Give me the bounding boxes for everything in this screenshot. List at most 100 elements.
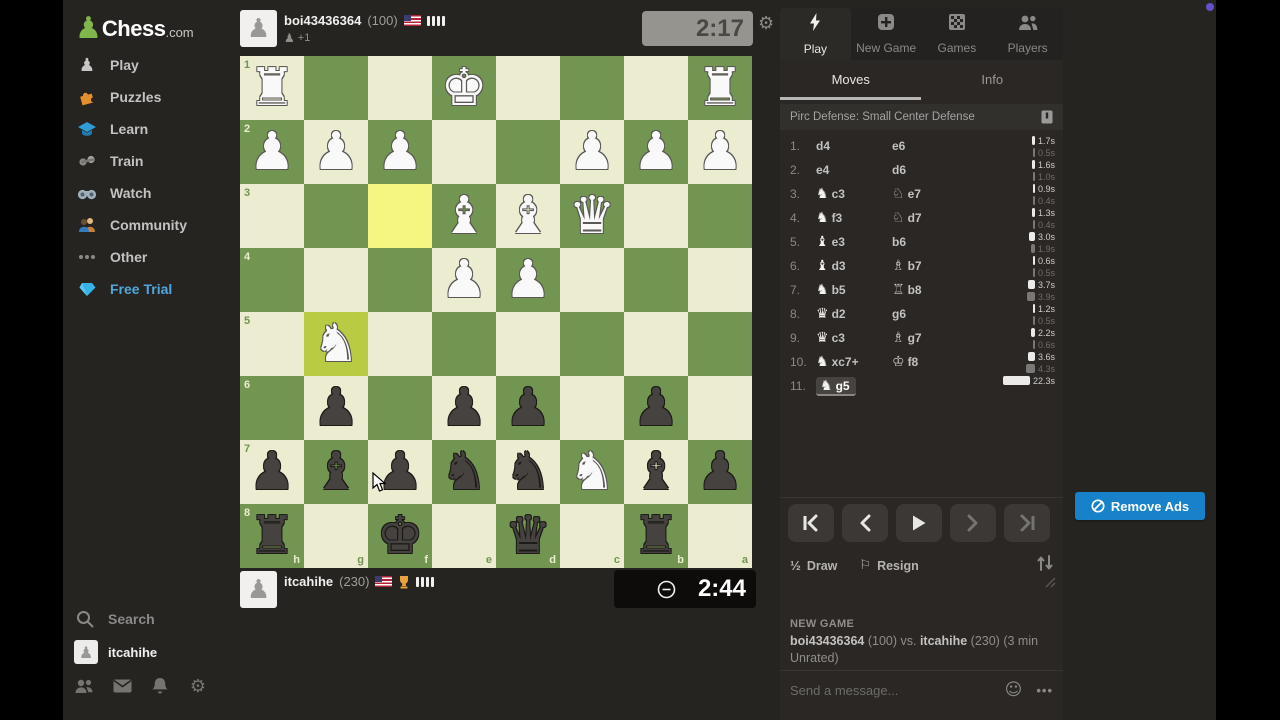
piece-bP[interactable]: ♟ xyxy=(624,376,688,440)
square-e4[interactable]: ♟ xyxy=(432,248,496,312)
draw-button[interactable]: ½ Draw xyxy=(790,558,837,573)
chess-board[interactable]: 1 ♜ ♚ ♜ 2 ♟ ♟ ♟ ♟ ♟ ♟ 3 ♝ ♝ ♛ 4 ♟ ♟ 5 ♞ 6 ♟ ♟ ♟ ♟ 7 ♟ ♝ ♟ ♞ ♞ ♞ ♝ ♟ 8 h ♜ g f ♚… xyxy=(240,56,752,568)
square-e6[interactable]: ♟ xyxy=(432,376,496,440)
piece-wN[interactable]: ♞ xyxy=(560,440,624,504)
square-f6[interactable] xyxy=(368,376,432,440)
resize-gripper[interactable] xyxy=(1044,576,1056,588)
piece-bP[interactable]: ♟ xyxy=(304,376,368,440)
panel-tab-games[interactable]: Games xyxy=(922,8,993,60)
bottom-player-info[interactable]: itcahihe (230) xyxy=(284,574,435,589)
board-settings-gear-icon[interactable]: ⚙ xyxy=(758,13,774,34)
messages-icon[interactable] xyxy=(112,676,132,696)
piece-bK[interactable]: ♚ xyxy=(368,504,432,568)
square-f8[interactable]: f ♚ xyxy=(368,504,432,568)
sidebar-item-community[interactable]: Community xyxy=(76,212,196,238)
square-h8[interactable]: 8 h ♜ xyxy=(240,504,304,568)
opening-name-row[interactable]: Pirc Defense: Small Center Defense xyxy=(780,104,1063,130)
square-c7[interactable]: ♞ xyxy=(560,440,624,504)
piece-wP[interactable]: ♟ xyxy=(496,248,560,312)
piece-bR[interactable]: ♜ xyxy=(240,504,304,568)
piece-wR[interactable]: ♜ xyxy=(240,56,304,120)
square-f1[interactable] xyxy=(368,56,432,120)
square-b1[interactable] xyxy=(624,56,688,120)
black-move[interactable]: e6 xyxy=(892,139,968,153)
square-b3[interactable] xyxy=(624,184,688,248)
square-g8[interactable]: g xyxy=(304,504,368,568)
go-to-end-button[interactable] xyxy=(1004,504,1050,542)
square-a7[interactable]: ♟ xyxy=(688,440,752,504)
square-d3[interactable]: ♝ xyxy=(496,184,560,248)
notifications-bell-icon[interactable] xyxy=(150,676,170,696)
piece-bB[interactable]: ♝ xyxy=(624,440,688,504)
square-g7[interactable]: ♝ xyxy=(304,440,368,504)
piece-wP[interactable]: ♟ xyxy=(368,120,432,184)
piece-bB[interactable]: ♝ xyxy=(304,440,368,504)
piece-bP[interactable]: ♟ xyxy=(240,440,304,504)
sidebar-item-train[interactable]: Train xyxy=(76,148,196,174)
black-move[interactable]: ♗ g7 xyxy=(892,330,968,346)
square-g1[interactable] xyxy=(304,56,368,120)
black-move[interactable]: ♘ e7 xyxy=(892,186,968,202)
square-e3[interactable]: ♝ xyxy=(432,184,496,248)
square-h5[interactable]: 5 xyxy=(240,312,304,376)
square-f2[interactable]: ♟ xyxy=(368,120,432,184)
square-c1[interactable] xyxy=(560,56,624,120)
square-f3[interactable] xyxy=(368,184,432,248)
square-f5[interactable] xyxy=(368,312,432,376)
sidebar-item-play[interactable]: ♟ Play xyxy=(76,52,196,78)
piece-wB[interactable]: ♝ xyxy=(432,184,496,248)
piece-wP[interactable]: ♟ xyxy=(624,120,688,184)
piece-wP[interactable]: ♟ xyxy=(304,120,368,184)
square-h6[interactable]: 6 xyxy=(240,376,304,440)
white-move[interactable]: d4 xyxy=(816,139,892,153)
white-move[interactable]: ♝ d3 xyxy=(816,258,892,274)
square-c2[interactable]: ♟ xyxy=(560,120,624,184)
square-c3[interactable]: ♛ xyxy=(560,184,624,248)
square-a4[interactable] xyxy=(688,248,752,312)
piece-wN[interactable]: ♞ xyxy=(304,312,368,376)
white-move[interactable]: ♞ xc7+ xyxy=(816,354,892,370)
piece-wR[interactable]: ♜ xyxy=(688,56,752,120)
square-a8[interactable]: a xyxy=(688,504,752,568)
square-c8[interactable]: c xyxy=(560,504,624,568)
resign-button[interactable]: ⚐ Resign xyxy=(859,558,918,573)
flip-board-button[interactable] xyxy=(1037,554,1053,577)
panel-tab-players[interactable]: Players xyxy=(992,8,1063,60)
black-move[interactable]: ♖ b8 xyxy=(892,282,968,298)
piece-wP[interactable]: ♟ xyxy=(240,120,304,184)
white-move[interactable]: e4 xyxy=(816,163,892,177)
sidebar-item-puzzles[interactable]: Puzzles xyxy=(76,84,196,110)
piece-bQ[interactable]: ♛ xyxy=(496,504,560,568)
go-to-start-button[interactable] xyxy=(788,504,834,542)
white-move[interactable]: ♛ c3 xyxy=(816,330,892,346)
tab-moves[interactable]: Moves xyxy=(780,60,922,98)
square-h3[interactable]: 3 xyxy=(240,184,304,248)
square-b4[interactable] xyxy=(624,248,688,312)
piece-bP[interactable]: ♟ xyxy=(496,376,560,440)
black-move[interactable]: d6 xyxy=(892,163,968,177)
top-player-info[interactable]: boi43436364 (100) xyxy=(284,13,445,28)
square-a5[interactable] xyxy=(688,312,752,376)
sidebar-item-other[interactable]: Other xyxy=(76,244,196,270)
square-c6[interactable] xyxy=(560,376,624,440)
square-b5[interactable] xyxy=(624,312,688,376)
white-move[interactable]: ♛ d2 xyxy=(816,306,892,322)
square-e2[interactable] xyxy=(432,120,496,184)
piece-bN[interactable]: ♞ xyxy=(496,440,560,504)
square-g5[interactable]: ♞ xyxy=(304,312,368,376)
tab-info[interactable]: Info xyxy=(922,60,1064,98)
white-move[interactable]: ♞ b5 xyxy=(816,282,892,298)
square-f4[interactable] xyxy=(368,248,432,312)
square-h7[interactable]: 7 ♟ xyxy=(240,440,304,504)
square-h2[interactable]: 2 ♟ xyxy=(240,120,304,184)
square-g2[interactable]: ♟ xyxy=(304,120,368,184)
white-move[interactable]: ♝ e3 xyxy=(816,234,892,250)
square-b2[interactable]: ♟ xyxy=(624,120,688,184)
sidebar-user[interactable]: ♟ itcahihe xyxy=(74,640,157,664)
black-move[interactable]: ♔ f8 xyxy=(892,354,968,370)
piece-wP[interactable]: ♟ xyxy=(688,120,752,184)
black-move[interactable]: b6 xyxy=(892,235,968,249)
square-e1[interactable]: ♚ xyxy=(432,56,496,120)
chat-options-icon[interactable]: ••• xyxy=(1036,683,1053,698)
square-a3[interactable] xyxy=(688,184,752,248)
